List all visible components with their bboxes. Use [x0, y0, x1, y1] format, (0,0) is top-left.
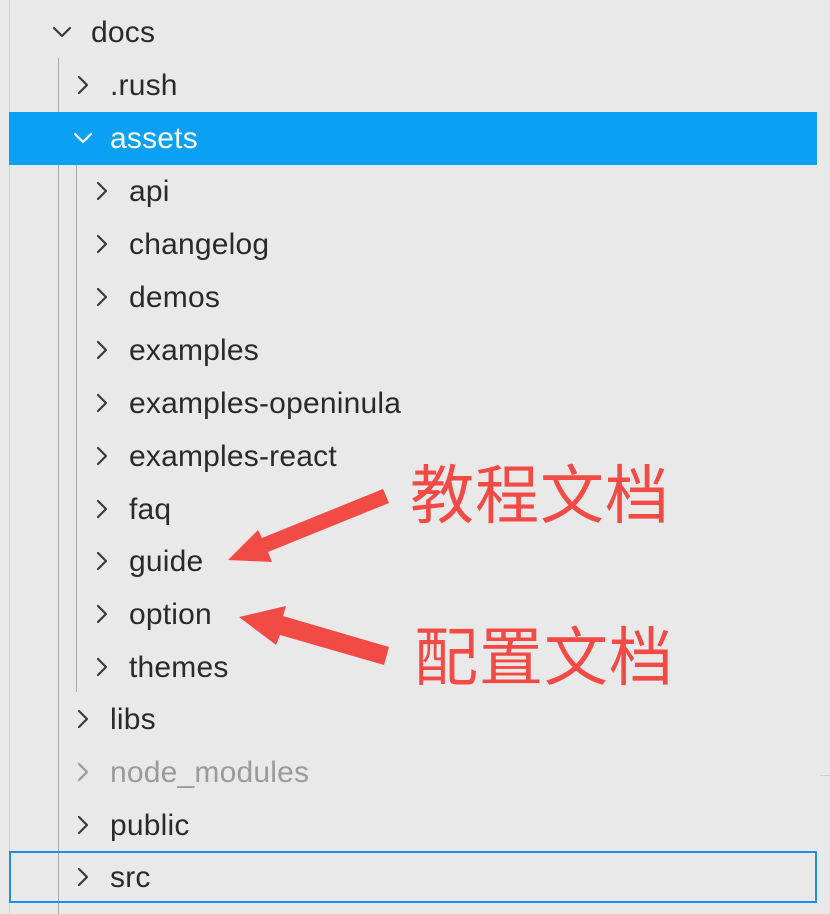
chevron-right-icon[interactable] [91, 498, 113, 520]
tree-item-public[interactable]: public [9, 799, 817, 852]
tree-item-label: demos [129, 281, 221, 314]
tree-item-label: docs [91, 16, 156, 49]
tree-item-label: faq [129, 493, 172, 526]
tree-item-option[interactable]: option [9, 588, 817, 641]
chevron-right-icon[interactable] [72, 708, 94, 730]
annotation-config-docs: 配置文档 [414, 622, 674, 696]
tree-item-themes[interactable]: themes [9, 641, 817, 694]
tree-item-label: examples [129, 334, 259, 367]
chevron-right-icon[interactable] [91, 286, 113, 308]
tree-item-guide[interactable]: guide [9, 535, 817, 588]
chevron-right-icon[interactable] [72, 866, 94, 888]
tree-item-label: node_modules [110, 756, 310, 789]
tree-item-label: libs [110, 703, 156, 736]
scrollbar-edge [820, 775, 830, 776]
tree-item-label: themes [129, 651, 229, 684]
chevron-down-icon[interactable] [51, 21, 73, 43]
chevron-right-icon[interactable] [72, 761, 94, 783]
chevron-right-icon[interactable] [91, 233, 113, 255]
tree-item-demos[interactable]: demos [9, 271, 817, 324]
annotation-tutorial-docs: 教程文档 [410, 460, 670, 534]
tree-item-node-modules[interactable]: node_modules [9, 746, 817, 799]
tree-item-libs[interactable]: libs [9, 693, 817, 746]
tree-item-label: examples-openinula [129, 387, 402, 420]
tree-item-label: assets [110, 122, 198, 155]
tree-item-label: api [129, 175, 170, 208]
chevron-right-icon[interactable] [91, 603, 113, 625]
tree-item-examples-openinula[interactable]: examples-openinula [9, 377, 817, 430]
tree-item-label: src [110, 861, 151, 894]
tree-item-label: guide [129, 545, 204, 578]
tree-item-src[interactable]: src [9, 851, 817, 903]
chevron-down-icon[interactable] [72, 127, 94, 149]
file-explorer-tree: docs .rush assets api changelog demos ex… [0, 0, 830, 914]
tree-item-label: public [110, 809, 190, 842]
tree-item-label: option [129, 598, 212, 631]
tree-item-examples[interactable]: examples [9, 324, 817, 377]
chevron-right-icon[interactable] [91, 180, 113, 202]
chevron-right-icon[interactable] [91, 550, 113, 572]
chevron-right-icon[interactable] [72, 74, 94, 96]
chevron-right-icon[interactable] [91, 392, 113, 414]
chevron-right-icon[interactable] [91, 445, 113, 467]
tree-item-label: .rush [110, 69, 178, 102]
tree-item-rush[interactable]: .rush [9, 59, 817, 112]
tree-item-label: changelog [129, 228, 270, 261]
tree-item-label: examples-react [129, 440, 337, 473]
tree-item-assets[interactable]: assets [9, 112, 817, 165]
tree-item-docs[interactable]: docs [9, 6, 817, 59]
chevron-right-icon[interactable] [91, 656, 113, 678]
chevron-right-icon[interactable] [72, 814, 94, 836]
chevron-right-icon[interactable] [91, 339, 113, 361]
tree-item-api[interactable]: api [9, 165, 817, 218]
tree-item-changelog[interactable]: changelog [9, 218, 817, 271]
